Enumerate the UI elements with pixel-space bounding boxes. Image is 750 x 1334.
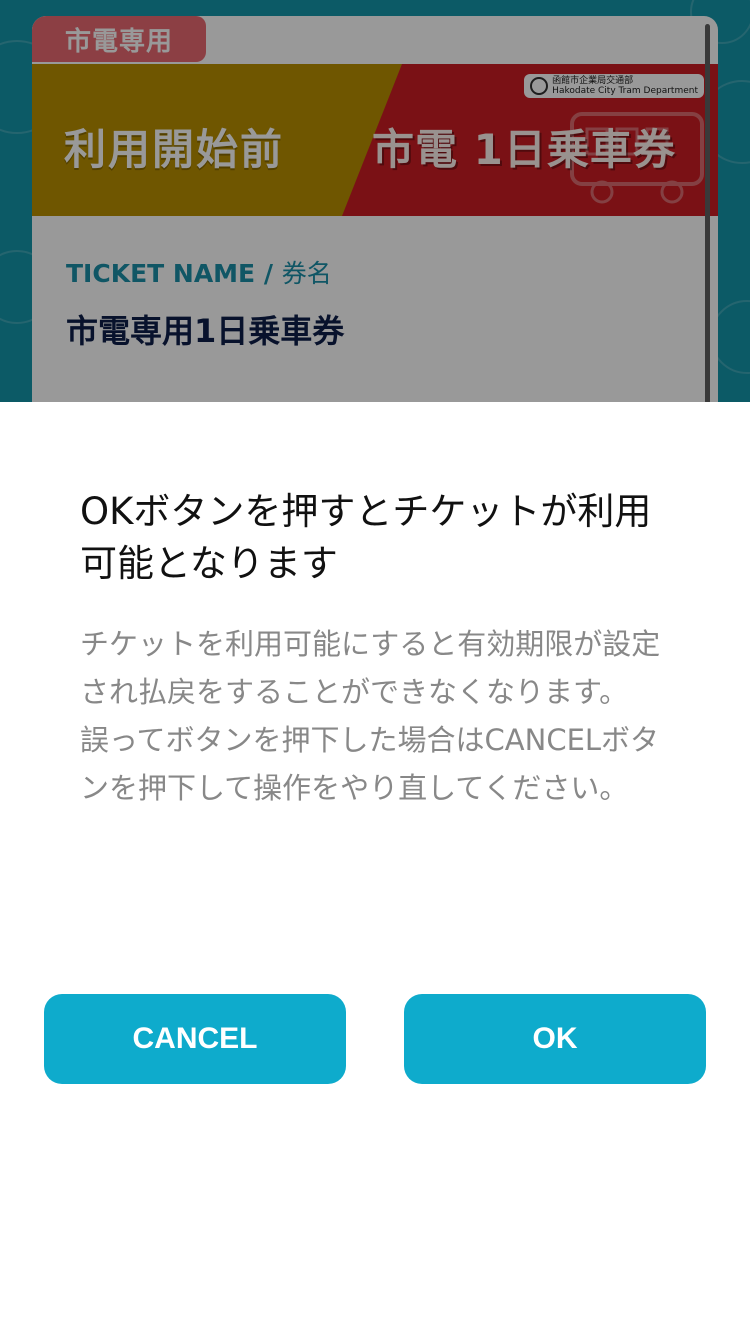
ok-button[interactable]: OK <box>404 994 706 1084</box>
cancel-button[interactable]: CANCEL <box>44 994 346 1084</box>
dialog-message: チケットを利用可能にすると有効期限が設定され払戻をすることができなくなります。 … <box>80 620 680 812</box>
modal-backdrop <box>0 0 750 402</box>
confirm-dialog: OKボタンを押すとチケットが利用可能となります チケットを利用可能にすると有効期… <box>0 402 750 1334</box>
dialog-title: OKボタンを押すとチケットが利用可能となります <box>80 490 652 585</box>
dialog-message-line2: 誤ってボタンを押下した場合はCANCELボタンを押下して操作をやり直してください… <box>80 723 660 805</box>
dialog-message-line1: チケットを利用可能にすると有効期限が設定され払戻をすることができなくなります。 <box>80 627 661 709</box>
